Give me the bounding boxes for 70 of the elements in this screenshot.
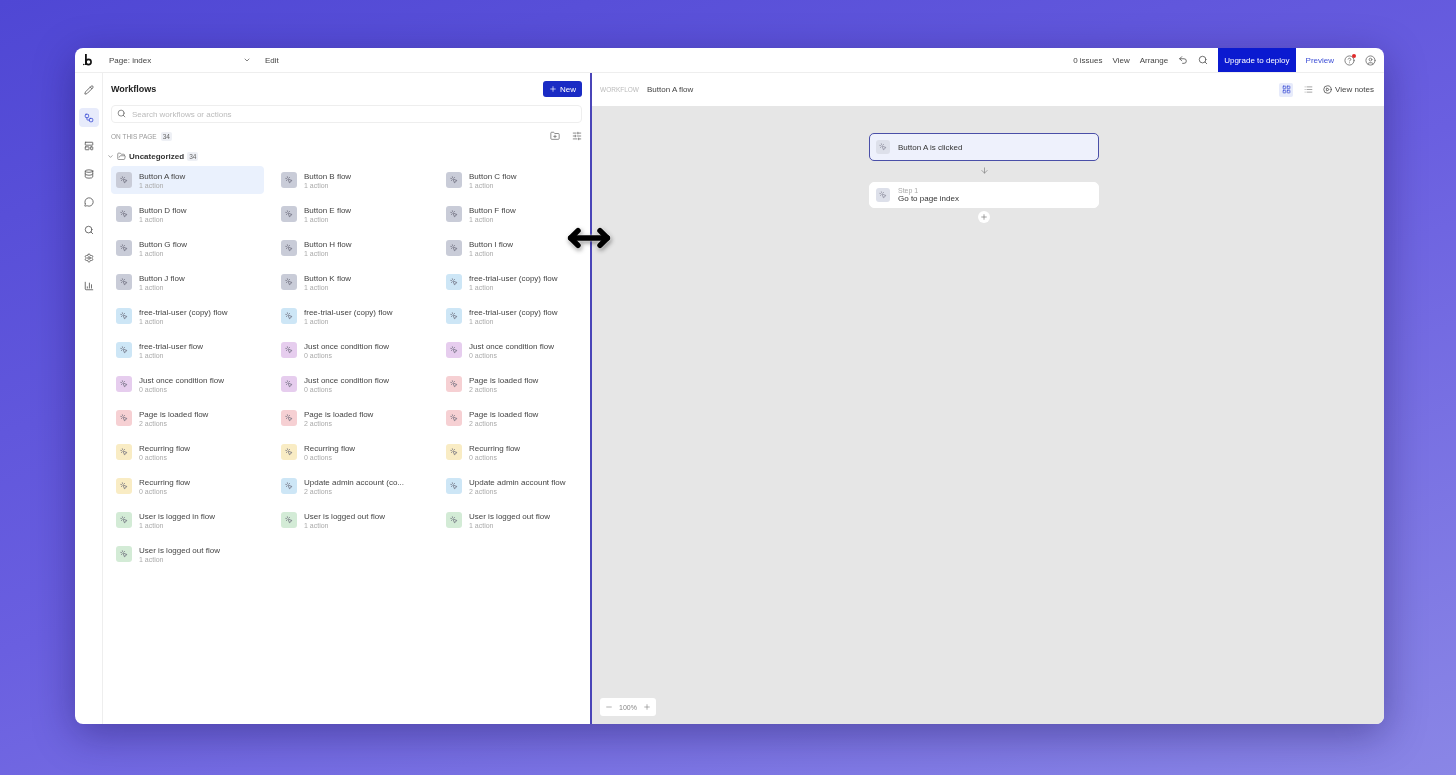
arrow-icon [979,166,989,175]
new-button[interactable]: New [543,81,582,97]
workflow-name: Button K flow [304,273,352,283]
folder-name[interactable]: Uncategorized [129,151,185,161]
play-icon [1323,85,1332,94]
workflow-name: Recurring flow [139,477,191,487]
zoom-in-button[interactable] [642,703,651,711]
upgrade-button[interactable]: Upgrade to deploy [1218,48,1296,72]
panel-title: Workflows [111,84,157,94]
workflow-name: Button G flow [139,239,188,249]
workflow-name: free-trial-user (copy) flow [469,307,558,317]
search-icon[interactable] [1198,55,1209,65]
workflow-name: Page is loaded flow [469,375,539,385]
workflow-name: Button I flow [469,239,514,249]
workflow-name: Page is loaded flow [139,409,209,419]
view-notes-button[interactable]: View notes [1323,85,1374,94]
folder-icon [117,151,126,161]
workflow-name: Update admin account flow [469,477,566,487]
workflow-name: Update admin account (co... [304,477,405,487]
grid-view-icon[interactable] [1279,82,1293,97]
flow-name: Button A flow [647,85,694,94]
workflow-name: free-trial-user (copy) flow [304,307,393,317]
help-icon[interactable] [1344,54,1355,66]
caret-icon [243,56,251,64]
workflow-name: User is logged out flow [139,545,220,555]
workflow-name: Recurring flow [139,443,191,453]
workflow-name: Button B flow [304,171,352,181]
workflow-name: Recurring flow [469,443,521,453]
arrange-menu[interactable]: Arrange [1139,55,1169,65]
node-label: Button A is clicked [898,142,963,152]
add-folder-icon[interactable] [550,131,560,141]
workflow-name: User is logged out flow [469,511,550,521]
node-label: Go to page index [898,194,959,203]
workflow-name: free-trial-user flow [139,341,203,351]
flow-node[interactable]: Button A is clicked [869,133,1099,161]
edit-menu[interactable]: Edit [265,55,279,65]
node-icon [876,188,890,202]
workflow-name: User is logged in flow [139,511,216,521]
view-menu[interactable]: View [1112,55,1130,65]
workflow-name: Just once condition flow [304,341,389,351]
workflow-name: Button D flow [139,205,187,215]
workflow-icon[interactable] [78,108,99,127]
add-step-button[interactable] [978,211,990,223]
workflow-name: Button A flow [139,171,186,181]
workflow-name: Button E flow [304,205,352,215]
workflow-name: Page is loaded flow [304,409,374,419]
plus-icon [980,213,988,221]
filter-icon[interactable] [572,131,582,141]
search-icon [117,109,126,118]
workflow-name: Just once condition flow [139,375,224,385]
preview-link[interactable]: Preview [1305,55,1334,65]
workflow-name: User is logged out flow [304,511,385,521]
workflow-name: Page is loaded flow [469,409,539,419]
workflow-name: Button J flow [139,273,185,283]
page-selector[interactable]: Page: index [105,53,255,67]
node-icon [876,140,890,154]
workflow-name: free-trial-user (copy) flow [139,307,228,317]
workflow-name: Recurring flow [304,443,356,453]
workflow-name: free-trial-user (copy) flow [469,273,558,283]
workflow-name: Just once condition flow [469,341,554,351]
expand-icon[interactable] [107,152,114,160]
plus-icon [549,85,557,93]
workflow-name: Button F flow [469,205,516,215]
user-icon[interactable] [1365,54,1376,66]
workflow-name: Just once condition flow [304,375,389,385]
workflow-name: Button C flow [469,171,517,181]
undo-icon[interactable] [1178,55,1189,65]
issues-label[interactable]: 0 issues [1073,55,1103,65]
workflow-name: Button H flow [304,239,352,249]
logo-icon [81,53,95,67]
